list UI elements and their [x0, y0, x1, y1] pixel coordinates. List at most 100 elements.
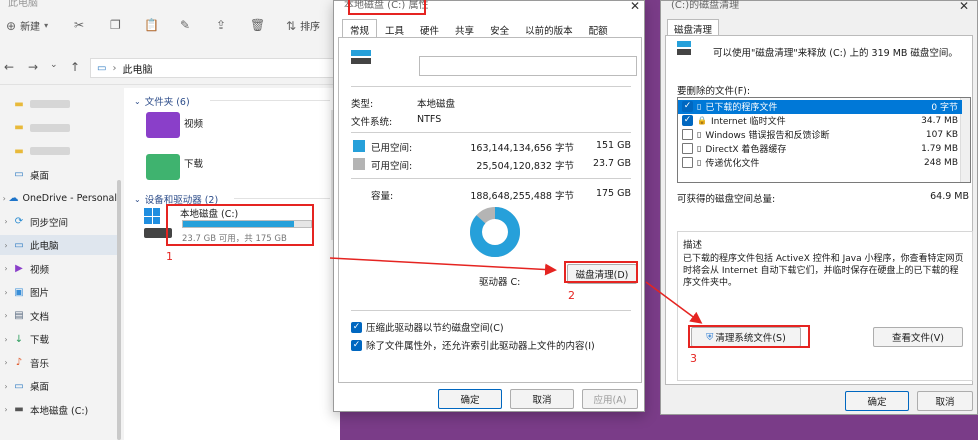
- file-icon: ▯: [697, 144, 702, 154]
- trash-icon: 🗑: [250, 18, 266, 32]
- cancel-button[interactable]: 取消: [510, 389, 574, 409]
- cancel-button[interactable]: 取消: [917, 391, 973, 411]
- ok-button[interactable]: 确定: [845, 391, 909, 411]
- sidebar-item[interactable]: ▭ 桌面: [0, 165, 117, 185]
- chevron-right-icon[interactable]: ›: [0, 335, 12, 344]
- sort-button[interactable]: ⇅ 排序: [286, 18, 320, 34]
- description-label: 描述: [681, 237, 705, 251]
- sidebar-item[interactable]: ▬: [0, 141, 117, 161]
- index-checkbox[interactable]: ✓ 除了文件属性外，还允许索引此驱动器上文件的内容(I): [351, 338, 595, 352]
- close-icon[interactable]: ✕: [959, 0, 969, 13]
- folder-icon: ▬: [14, 145, 24, 157]
- checkbox[interactable]: [682, 157, 693, 169]
- sidebar-item[interactable]: › ▣ 图片: [0, 282, 117, 302]
- apply-button[interactable]: 应用(A): [582, 389, 638, 409]
- annotation-title-box: [348, 0, 426, 15]
- file-icon: ▯: [697, 102, 702, 112]
- item-name: Internet 临时文件: [710, 117, 786, 128]
- checkbox[interactable]: ✓: [682, 101, 693, 113]
- view-files-button[interactable]: 查看文件(V): [873, 327, 963, 347]
- cut-button[interactable]: ✂: [74, 18, 84, 32]
- folder-label[interactable]: 下载: [184, 156, 203, 170]
- cleanup-list-item[interactable]: ✓ 🔒 Internet 临时文件 34.7 MB: [678, 114, 962, 128]
- folder-icon: ▬: [14, 122, 24, 133]
- sidebar-item[interactable]: › ▬ 本地磁盘 (C:): [0, 400, 117, 420]
- cleanup-list-item[interactable]: ✓ ▯ 已下载的程序文件 0 字节: [678, 100, 962, 114]
- scissors-icon: ✂: [74, 18, 85, 32]
- chevron-right-icon[interactable]: ›: [0, 264, 12, 273]
- pc-icon: ▭: [14, 239, 24, 251]
- sidebar-item[interactable]: › ↓ 下载: [0, 329, 117, 349]
- sidebar-item[interactable]: › ▶ 视频: [0, 259, 117, 279]
- dialog-title: (C:)的磁盘清理: [671, 0, 740, 11]
- chevron-right-icon[interactable]: ›: [0, 358, 12, 367]
- sidebar-item[interactable]: › ▭ 桌面: [0, 376, 117, 396]
- rename-icon: ✎: [180, 18, 191, 32]
- file-icon: ▯: [697, 158, 702, 168]
- download-folder-icon[interactable]: [146, 154, 180, 180]
- share-icon: ⇪: [216, 18, 227, 32]
- delete-button[interactable]: 🗑: [250, 18, 265, 32]
- sidebar-item[interactable]: › ♪ 音乐: [0, 353, 117, 373]
- chevron-down-icon[interactable]: ⌄: [50, 60, 58, 70]
- type-value: 本地磁盘: [417, 99, 456, 110]
- volume-label-input[interactable]: [419, 56, 637, 76]
- pc-icon: ▭: [97, 62, 107, 74]
- up-arrow-icon[interactable]: ↑: [70, 60, 80, 74]
- ok-button[interactable]: 确定: [438, 389, 502, 409]
- checkbox[interactable]: [682, 143, 693, 155]
- cleanup-list-item[interactable]: ▯ Windows 错误报告和反馈诊断 107 KB: [678, 128, 962, 142]
- cleanup-list-item[interactable]: ▯ 传递优化文件 248 MB: [678, 156, 962, 170]
- chevron-right-icon[interactable]: ›: [0, 405, 12, 414]
- cleanup-list-item[interactable]: ▯ DirectX 着色器缓存 1.79 MB: [678, 142, 962, 156]
- annotation-number-3: 3: [690, 352, 697, 365]
- checkbox[interactable]: [682, 129, 693, 141]
- forward-icon[interactable]: →: [28, 60, 38, 74]
- back-icon[interactable]: ←: [4, 60, 14, 74]
- image-icon: ▣: [14, 286, 24, 298]
- chevron-down-icon: ⌄: [134, 96, 141, 106]
- disk-cleanup-dialog: (C:)的磁盘清理 ✕ 磁盘清理 可以使用"磁盘清理"来释放 (C:) 上的 3…: [660, 0, 978, 415]
- sidebar-scrollbar[interactable]: [117, 180, 121, 440]
- sidebar-item-label: 文档: [30, 311, 50, 323]
- rename-button[interactable]: ✎: [180, 18, 190, 32]
- chevron-right-icon[interactable]: ›: [0, 382, 12, 391]
- used-space-bytes: 163,144,134,656 字节: [470, 143, 574, 154]
- capacity-bytes: 188,648,255,488 字节: [470, 191, 574, 202]
- video-folder-icon[interactable]: [146, 112, 180, 138]
- address-bar[interactable]: ▭ › 此电脑: [90, 58, 340, 78]
- checkmark-icon: ✓: [351, 339, 362, 351]
- navigation-pane: ▬ ▬ ▬ ▭ 桌面 › ☁ OneDrive - Personal › ⟳ 同步空间 › ▭ 此电脑 › ▶…: [0, 88, 122, 440]
- usage-donut-chart: [470, 207, 520, 257]
- new-button[interactable]: ⊕ 新建 ▾: [6, 18, 48, 34]
- checkmark-icon: ✓: [351, 321, 362, 333]
- checkbox[interactable]: ✓: [682, 115, 693, 127]
- sidebar-item-label: 桌面: [30, 170, 50, 182]
- chevron-right-icon[interactable]: ›: [0, 311, 12, 320]
- share-button[interactable]: ⇪: [216, 18, 226, 32]
- item-size: 34.7 MB: [921, 115, 958, 126]
- compress-checkbox[interactable]: ✓ 压缩此驱动器以节约磁盘空间(C): [351, 320, 504, 334]
- sidebar-item[interactable]: › ▭ 此电脑: [0, 235, 117, 255]
- chevron-right-icon[interactable]: ›: [0, 217, 12, 226]
- folder-label[interactable]: 视频: [184, 116, 203, 130]
- chevron-right-icon[interactable]: ›: [0, 194, 8, 203]
- chevron-right-icon[interactable]: ›: [0, 288, 12, 297]
- sidebar-item-label: 本地磁盘 (C:): [30, 405, 89, 417]
- paste-button[interactable]: 📋: [144, 18, 159, 32]
- chevron-right-icon[interactable]: ›: [0, 241, 12, 250]
- folders-group-header[interactable]: ⌄ 文件夹 (6): [134, 94, 330, 108]
- sidebar-item[interactable]: › ⟳ 同步空间: [0, 212, 117, 232]
- copy-button[interactable]: ❐: [110, 18, 121, 32]
- sidebar-item[interactable]: › ☁ OneDrive - Personal: [0, 188, 117, 208]
- free-space-bytes: 25,504,120,832 字节: [476, 161, 574, 172]
- close-icon[interactable]: ✕: [630, 0, 640, 13]
- sidebar-item[interactable]: ▬: [0, 118, 117, 138]
- total-space-label: 可获得的磁盘空间总量:: [677, 194, 776, 205]
- sidebar-item[interactable]: ▬: [0, 94, 117, 114]
- sidebar-item[interactable]: › ▤ 文档: [0, 306, 117, 326]
- annotation-box-1: [166, 204, 314, 246]
- sidebar-item-label: 图片: [30, 288, 50, 299]
- capacity-label: 容量:: [371, 191, 394, 202]
- free-color-swatch: [353, 158, 365, 170]
